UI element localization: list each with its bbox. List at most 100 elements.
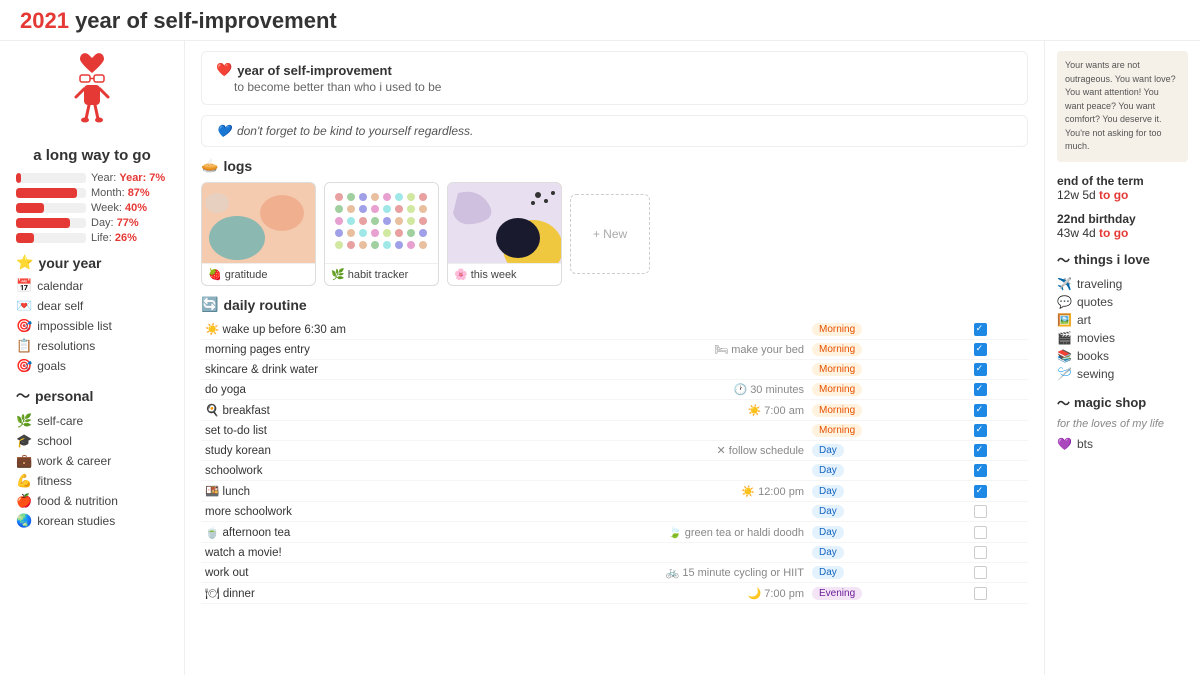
table-row: ☀️ wake up before 6:30 am Morning <box>201 319 1028 340</box>
progress-section: Year: Year: 7% Month: 87% Week: 40% <box>16 172 168 244</box>
morning-badge: Morning <box>812 424 862 437</box>
progress-bar-bg-5 <box>16 233 86 243</box>
sidebar-item-calendar[interactable]: 📅 calendar <box>16 276 168 296</box>
wave-icon-2: 〜 <box>1057 250 1070 269</box>
sidebar-item-fitness[interactable]: 💪 fitness <box>16 471 168 491</box>
korean-icon: 🌏 <box>16 513 32 529</box>
day-badge: Day <box>812 444 844 457</box>
task-checkbox[interactable] <box>974 383 987 396</box>
sewing-icon: 🪡 <box>1057 367 1072 381</box>
love-item-sewing[interactable]: 🪡 sewing <box>1057 365 1188 383</box>
logs-section: 🥧 logs <box>201 157 1028 286</box>
fitness-icon: 💪 <box>16 473 32 489</box>
day-badge: Day <box>812 566 844 579</box>
table-row: 🍳 breakfast ☀️ 7:00 am Morning <box>201 400 1028 421</box>
left-sidebar: a long way to go Year: Year: 7% Month: 8… <box>0 41 185 675</box>
day-badge: Day <box>812 526 844 539</box>
progress-bar-bg-2 <box>16 188 86 198</box>
dinner-icon: 🍽 <box>205 588 220 600</box>
star-icon: ⭐ <box>16 254 33 271</box>
task-checkbox[interactable] <box>974 424 987 437</box>
sidebar-item-resolutions[interactable]: 📋 resolutions <box>16 336 168 356</box>
center-content: ❤️ year of self-improvement to become be… <box>185 41 1045 675</box>
sidebar-item-dear-self[interactable]: 💌 dear self <box>16 296 168 316</box>
personal-header: 〜 personal <box>16 386 168 406</box>
morning-badge: Morning <box>812 343 862 356</box>
magic-subtitle: for the loves of my life <box>1057 418 1188 430</box>
year-label: 2021 <box>20 8 69 33</box>
love-item-books[interactable]: 📚 books <box>1057 347 1188 365</box>
new-log-button[interactable]: + New <box>570 194 650 274</box>
heart-icon: ❤️ <box>216 62 232 78</box>
table-row: 🍱 lunch ☀️ 12:00 pm Day <box>201 481 1028 502</box>
table-row: work out 🚲 15 minute cycling or HIIT Day <box>201 563 1028 583</box>
goals-icon: 🎯 <box>16 358 32 374</box>
task-checkbox[interactable] <box>974 546 987 559</box>
sidebar-item-korean-studies[interactable]: 🌏 korean studies <box>16 511 168 531</box>
task-checkbox[interactable] <box>974 566 987 579</box>
task-checkbox[interactable] <box>974 464 987 477</box>
progress-life: Life: 26% <box>16 232 168 244</box>
morning-badge: Morning <box>812 363 862 376</box>
header: 2021 year of self-improvement <box>0 0 1200 41</box>
log-card-gratitude[interactable]: 🍓 gratitude <box>201 182 316 286</box>
love-item-traveling[interactable]: ✈️ traveling <box>1057 275 1188 293</box>
countdown-birthday: 22nd birthday 43w 4d to go <box>1057 212 1188 240</box>
morning-badge: Morning <box>812 404 862 417</box>
progress-bar-bg-3 <box>16 203 86 213</box>
log-label-gratitude: 🍓 gratitude <box>202 263 315 285</box>
task-checkbox[interactable] <box>974 587 987 600</box>
progress-bar-fill-5 <box>16 233 34 243</box>
morning-badge: Morning <box>812 323 862 336</box>
progress-bar-bg-4 <box>16 218 86 228</box>
log-thumb-habit <box>325 183 439 263</box>
sidebar-item-school[interactable]: 🎓 school <box>16 431 168 451</box>
self-care-icon: 🌿 <box>16 413 32 429</box>
progress-life-label: Life: 26% <box>91 232 137 244</box>
progress-bar-bg <box>16 173 86 183</box>
progress-week: Week: 40% <box>16 202 168 214</box>
sidebar-item-work-career[interactable]: 💼 work & career <box>16 451 168 471</box>
routine-icon: 🔄 <box>201 296 218 313</box>
sidebar-item-self-care[interactable]: 🌿 self-care <box>16 411 168 431</box>
task-checkbox[interactable] <box>974 404 987 417</box>
wave-icon-3: 〜 <box>1057 393 1070 412</box>
love-item-movies[interactable]: 🎬 movies <box>1057 329 1188 347</box>
task-checkbox[interactable] <box>974 505 987 518</box>
task-checkbox[interactable] <box>974 323 987 336</box>
reminder-box: 💙 don't forget to be kind to yourself re… <box>201 115 1028 147</box>
task-checkbox[interactable] <box>974 363 987 376</box>
table-row: 🍽 dinner 🌙 7:00 pm Evening <box>201 583 1028 604</box>
love-item-quotes[interactable]: 💬 quotes <box>1057 293 1188 311</box>
task-checkbox[interactable] <box>974 444 987 457</box>
magic-shop-header: 〜 magic shop <box>1057 393 1188 412</box>
reminder-icon: 💙 <box>216 124 231 138</box>
things-i-love-header: 〜 things i love <box>1057 250 1188 269</box>
quote-card: Your wants are not outrageous. You want … <box>1057 51 1188 162</box>
school-icon: 🎓 <box>16 433 32 449</box>
day-badge: Day <box>812 505 844 518</box>
table-row: watch a movie! Day <box>201 543 1028 563</box>
sidebar-item-goals[interactable]: 🎯 goals <box>16 356 168 376</box>
resolutions-icon: 📋 <box>16 338 32 354</box>
task-checkbox[interactable] <box>974 526 987 539</box>
countdown-end-of-term: end of the term 12w 5d to go <box>1057 174 1188 202</box>
sidebar-subtitle: a long way to go <box>16 147 168 164</box>
log-card-week[interactable]: 🌸 this week <box>447 182 562 286</box>
task-checkbox[interactable] <box>974 343 987 356</box>
progress-week-label: Week: 40% <box>91 202 147 214</box>
page: 2021 year of self-improvement <box>0 0 1200 675</box>
table-row: do yoga 🕐 30 minutes Morning <box>201 380 1028 400</box>
gratitude-art <box>202 183 316 263</box>
love-item-art[interactable]: 🖼️ art <box>1057 311 1188 329</box>
morning-badge: Morning <box>812 383 862 396</box>
quotes-icon: 💬 <box>1057 295 1072 309</box>
task-checkbox[interactable] <box>974 485 987 498</box>
sidebar-item-food-nutrition[interactable]: 🍎 food & nutrition <box>16 491 168 511</box>
log-card-habit[interactable]: 🌿 habit tracker <box>324 182 439 286</box>
food-icon: 🍎 <box>16 493 32 509</box>
sidebar-item-impossible-list[interactable]: 🎯 impossible list <box>16 316 168 336</box>
evening-badge: Evening <box>812 587 862 600</box>
task-icon: ☀️ <box>205 324 219 336</box>
magic-item-bts[interactable]: 💜 bts <box>1057 435 1188 453</box>
